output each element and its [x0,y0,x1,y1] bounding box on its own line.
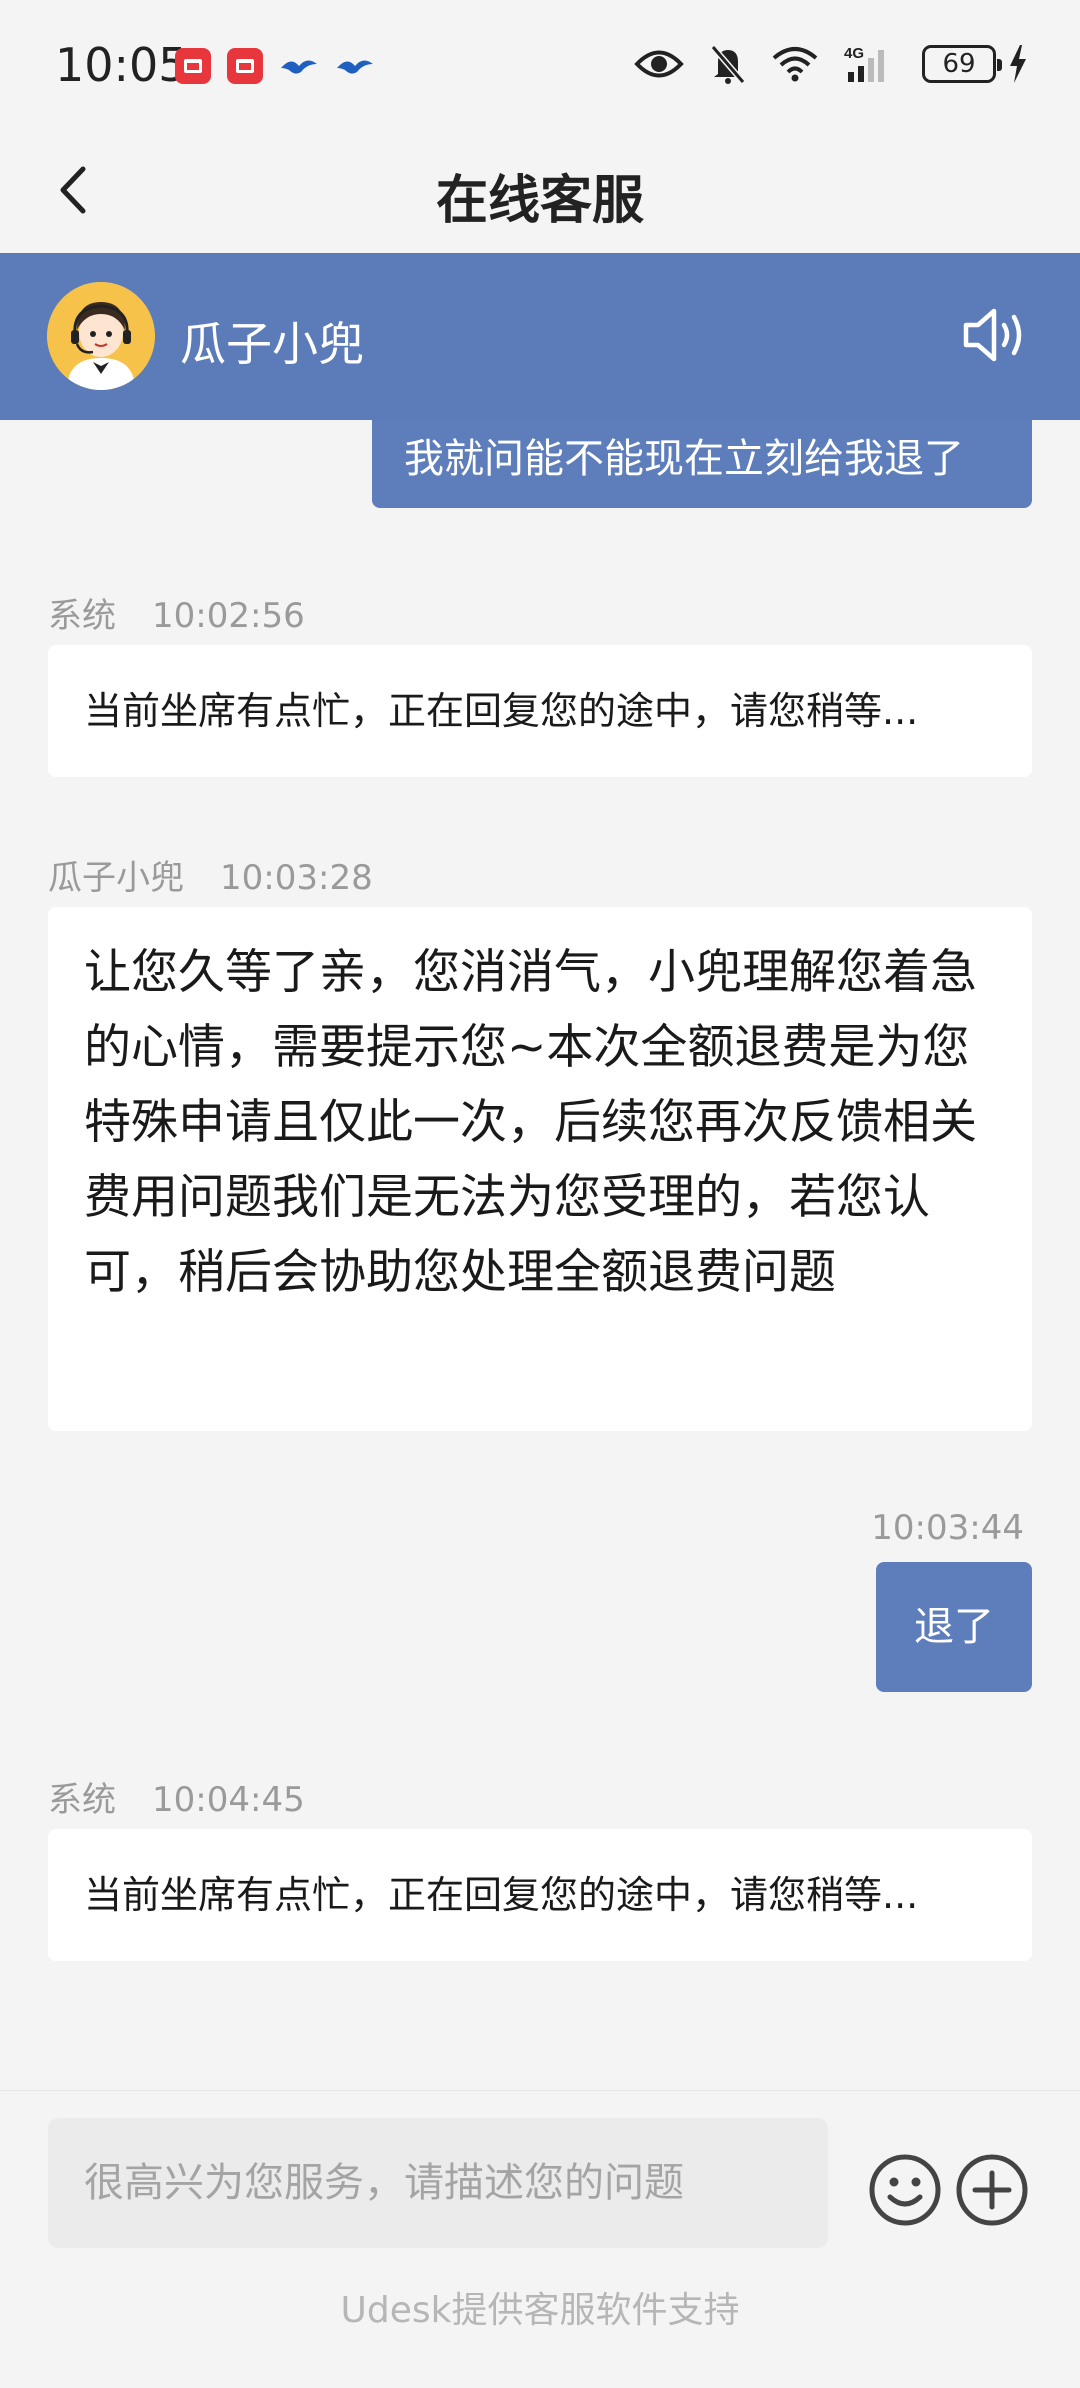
more-options-button[interactable] [955,2153,1029,2227]
speaker-icon [963,308,1022,362]
message-sender: 系统 [48,1780,116,1820]
message-text: 退了 [914,1604,994,1650]
agent-avatar-icon [47,282,155,390]
huawei-appgallery-icon [227,48,263,84]
message-text: 我就问能不能现在立刻给我退了 [404,436,964,482]
chat-message-list[interactable]: 我就问能不能现在立刻给我退了 系统 10:02:56 当前坐席有点忙，正在回复您的… [0,420,1080,2090]
notification-icons [175,48,375,84]
navigation-bar: 在线客服 [0,130,1080,253]
battery-level: 69 [942,49,976,79]
agent-avatar [47,282,155,390]
message-time: 10:04:45 [152,1780,305,1820]
input-area: 很高兴为您服务，请描述您的问题 Udesk提供客服软件支持 [0,2090,1080,2388]
agent-header: 瓜子小兜 [0,253,1080,420]
message-sender: 瓜子小兜 [48,858,184,898]
signal-icon: 4G [844,45,884,82]
system-message-bubble[interactable]: 当前坐席有点忙，正在回复您的途中，请您稍等... [48,1829,1032,1961]
plus-icon [956,2154,1028,2226]
charging-icon [1010,45,1026,83]
battery-icon: 69 [922,45,1002,83]
emoji-icon [869,2154,941,2226]
speaker-button[interactable] [960,303,1032,367]
footer-text: Udesk提供客服软件支持 [340,2290,740,2331]
user-message-bubble[interactable]: 我就问能不能现在立刻给我退了 [372,420,1032,508]
huawei-appgallery-icon [175,48,211,84]
emoji-button[interactable] [868,2153,942,2227]
message-text: 当前坐席有点忙，正在回复您的途中，请您稍等... [84,689,919,733]
status-time: 10:05 [55,38,188,92]
message-meta: 系统 10:02:56 [48,588,305,637]
message-text: 当前坐席有点忙，正在回复您的途中，请您稍等... [84,1873,919,1917]
bird-app-icon [337,60,373,74]
status-bar: 10:05 4G 69 [0,0,1080,130]
wifi-icon [772,47,818,82]
message-time: 10:03:28 [220,858,373,898]
message-text: 让您久等了亲，您消消气，小兜理解您着急的心情，需要提示您~本次全额退费是为您特殊… [84,945,977,1300]
network-type-label: 4G [844,45,864,62]
message-time: 10:03:44 [871,1508,1024,1548]
bell-off-icon [710,45,746,84]
agent-message-bubble[interactable]: 让您久等了亲，您消消气，小兜理解您着急的心情，需要提示您~本次全额退费是为您特殊… [48,907,1032,1431]
message-meta: 系统 10:04:45 [48,1772,305,1821]
system-message-bubble[interactable]: 当前坐席有点忙，正在回复您的途中，请您稍等... [48,645,1032,777]
page-title: 在线客服 [435,171,644,231]
user-message-bubble[interactable]: 退了 [876,1562,1032,1692]
eye-icon [634,50,684,78]
message-sender: 系统 [48,596,116,636]
system-icons: 4G 69 [634,44,1028,84]
agent-name: 瓜子小兜 [180,317,364,371]
message-meta: 瓜子小兜 10:03:28 [48,850,373,899]
message-input[interactable]: 很高兴为您服务，请描述您的问题 [48,2118,828,2248]
bird-app-icon [281,60,317,74]
message-time: 10:02:56 [152,596,305,636]
